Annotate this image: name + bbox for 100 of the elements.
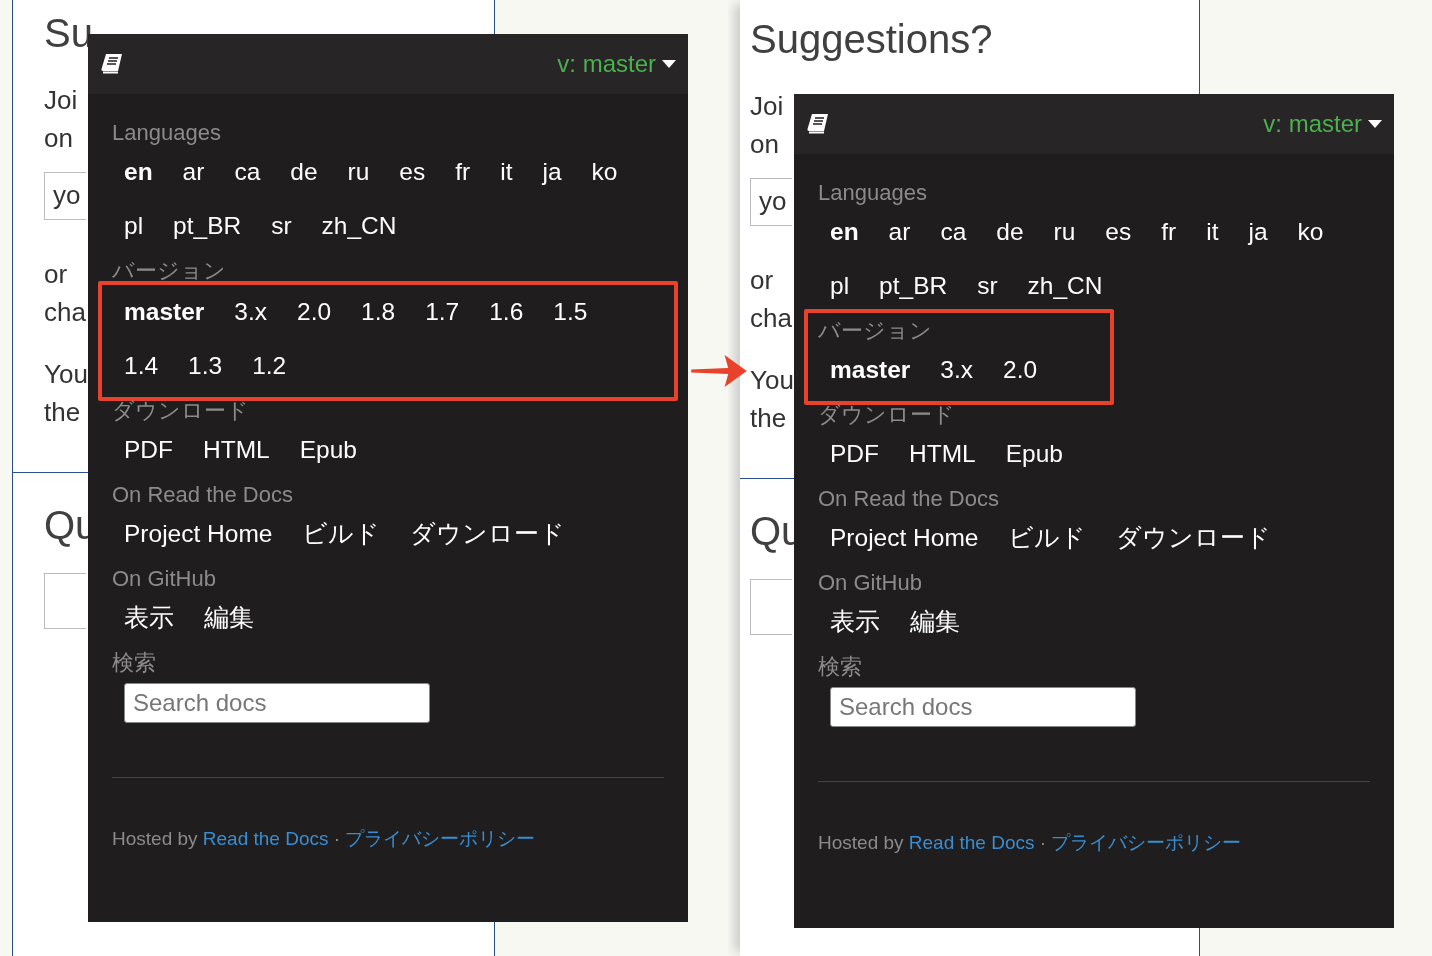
- menu-link[interactable]: ru: [1041, 217, 1076, 247]
- section-heading: ダウンロード: [818, 403, 955, 427]
- section-heading: 検索: [818, 655, 862, 679]
- footer-link[interactable]: Read the Docs: [908, 832, 1035, 853]
- menu-link[interactable]: 1.7: [413, 297, 460, 327]
- section-heading: On GitHub: [818, 571, 922, 595]
- footer-text: Hosted by Read the Docs · プライバシーポリシー: [112, 827, 537, 851]
- text-fragment: the: [750, 402, 788, 435]
- text-fragment: on: [44, 122, 74, 155]
- section-heading: バージョン: [818, 319, 933, 343]
- section-heading: ダウンロード: [112, 399, 249, 423]
- menu-link[interactable]: 表示: [818, 607, 880, 637]
- menu-link[interactable]: HTML: [191, 435, 270, 465]
- menu-link[interactable]: Epub: [993, 439, 1063, 469]
- menu-link[interactable]: 1.3: [176, 351, 223, 381]
- menu-link[interactable]: pl: [112, 211, 144, 241]
- menu-link[interactable]: 3.x: [928, 355, 974, 385]
- menu-link[interactable]: master: [112, 297, 205, 327]
- menu-link[interactable]: es: [1093, 217, 1132, 247]
- footer-link[interactable]: プライバシーポリシー: [1051, 832, 1242, 853]
- section-heading: 検索: [112, 651, 156, 675]
- search-field[interactable]: Search docs: [124, 683, 430, 723]
- menu-link[interactable]: sr: [259, 211, 292, 241]
- caret-icon: [662, 60, 676, 68]
- menu-link[interactable]: de: [984, 217, 1024, 247]
- menu-link[interactable]: 表示: [112, 603, 174, 633]
- text-fragment: You: [44, 358, 88, 391]
- menu-link[interactable]: 1.2: [240, 351, 287, 381]
- menu-link[interactable]: 1.5: [541, 297, 588, 327]
- menu-link[interactable]: fr: [1149, 217, 1177, 247]
- menu-link[interactable]: ru: [335, 157, 370, 187]
- page-heading: Suggestions?: [750, 16, 993, 63]
- menu-link[interactable]: 3.x: [222, 297, 268, 327]
- section-heading: Languages: [112, 121, 221, 145]
- caret-icon: [1368, 120, 1382, 128]
- menu-link[interactable]: pt_BR: [867, 271, 948, 301]
- menu-link[interactable]: pl: [818, 271, 850, 301]
- section-heading: On Read the Docs: [112, 483, 293, 507]
- text-fragment: Joi: [750, 90, 784, 123]
- menu-link[interactable]: ビルド: [290, 519, 381, 549]
- menu-link[interactable]: ca: [928, 217, 967, 247]
- menu-link[interactable]: zh_CN: [1015, 271, 1103, 301]
- menu-link[interactable]: Project Home: [818, 523, 979, 553]
- menu-link[interactable]: ビルド: [996, 523, 1087, 553]
- menu-link[interactable]: PDF: [112, 435, 173, 465]
- footer-text: Hosted by Read the Docs · プライバシーポリシー: [818, 831, 1243, 855]
- menu-link[interactable]: 1.4: [112, 351, 159, 381]
- text-fragment: or: [750, 264, 775, 297]
- menu-link[interactable]: Epub: [287, 435, 357, 465]
- section-heading: バージョン: [112, 259, 226, 283]
- menu-link[interactable]: Project Home: [112, 519, 273, 549]
- section-heading: On GitHub: [112, 567, 216, 591]
- menu-link[interactable]: PDF: [818, 439, 879, 469]
- menu-link[interactable]: 1.8: [349, 297, 396, 327]
- menu-link[interactable]: master: [818, 355, 911, 385]
- input-field[interactable]: yo: [750, 178, 792, 226]
- book-icon: [806, 113, 830, 135]
- menu-link[interactable]: ca: [222, 157, 261, 187]
- menu-link[interactable]: ダウンロード: [1104, 523, 1272, 553]
- section-heading: On Read the Docs: [818, 487, 999, 511]
- menu-link[interactable]: es: [387, 157, 426, 187]
- menu-link[interactable]: it: [488, 157, 513, 187]
- text-fragment: You: [750, 364, 794, 397]
- menu-link[interactable]: sr: [965, 271, 998, 301]
- text-fragment: or: [44, 258, 69, 291]
- menu-link[interactable]: en: [818, 217, 859, 247]
- text-fragment: cha: [44, 296, 86, 329]
- menu-link[interactable]: ar: [876, 217, 911, 247]
- menu-link[interactable]: en: [112, 157, 153, 187]
- version-selector[interactable]: v: master: [1263, 110, 1382, 138]
- text-fragment: the: [44, 396, 82, 429]
- menu-link[interactable]: ja: [1236, 217, 1268, 247]
- menu-link[interactable]: 編集: [898, 607, 960, 637]
- text-fragment: Joi: [44, 84, 78, 117]
- menu-link[interactable]: pt_BR: [161, 211, 242, 241]
- book-icon: [100, 53, 124, 75]
- menu-link[interactable]: 2.0: [991, 355, 1038, 385]
- menu-link[interactable]: ja: [530, 157, 562, 187]
- menu-link[interactable]: zh_CN: [309, 211, 397, 241]
- menu-link[interactable]: 編集: [192, 603, 254, 633]
- footer-link[interactable]: Read the Docs: [202, 828, 329, 849]
- menu-link[interactable]: ダウンロード: [398, 519, 566, 549]
- menu-link[interactable]: fr: [443, 157, 471, 187]
- menu-link[interactable]: 2.0: [285, 297, 332, 327]
- menu-link[interactable]: it: [1194, 217, 1219, 247]
- menu-link[interactable]: ar: [170, 157, 205, 187]
- input-field[interactable]: [750, 579, 792, 635]
- menu-link[interactable]: ko: [1285, 217, 1324, 247]
- menu-link[interactable]: ko: [579, 157, 618, 187]
- menu-link[interactable]: de: [278, 157, 318, 187]
- menu-link[interactable]: 1.6: [477, 297, 524, 327]
- section-heading: Languages: [818, 181, 927, 205]
- search-field[interactable]: Search docs: [830, 687, 1136, 727]
- arrow: [691, 355, 747, 387]
- footer-link[interactable]: プライバシーポリシー: [345, 828, 536, 849]
- input-field[interactable]: yo: [44, 172, 86, 220]
- text-fragment: cha: [750, 302, 792, 335]
- version-selector[interactable]: v: master: [557, 50, 676, 78]
- input-field[interactable]: [44, 573, 86, 629]
- menu-link[interactable]: HTML: [897, 439, 976, 469]
